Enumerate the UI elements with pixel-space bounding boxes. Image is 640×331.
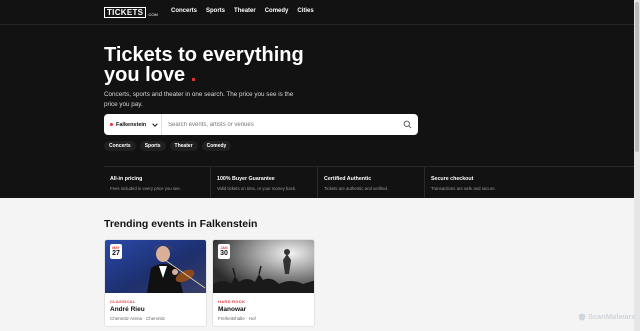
feature-desc: Transactions are safe and secure. (431, 186, 496, 191)
nav-link-comedy[interactable]: Comedy (265, 8, 289, 14)
feature-secure-checkout: Secure checkout Transactions are safe an… (425, 167, 532, 198)
event-category: CLASSICAL (110, 299, 136, 304)
chip-sports[interactable]: Sports (139, 141, 166, 151)
hero-subtitle: Concerts, sports and theater in one sear… (104, 91, 294, 108)
features-bar: All-in pricing Fees included in every pr… (104, 166, 634, 198)
feature-desc: Tickets are authentic and verified. (324, 186, 389, 191)
watermark-text: ScanMalware (588, 312, 636, 321)
event-date-badge: MAY 27 (110, 244, 122, 259)
feature-title: Secure checkout (431, 176, 474, 182)
event-venue: Freiheitshalle · Hof (218, 316, 256, 321)
event-day: 27 (112, 250, 120, 257)
chip-concerts[interactable]: Concerts (104, 141, 136, 151)
trending-title: Trending events in Falkenstein (104, 218, 258, 230)
hero-title-line1: Tickets to everything (104, 44, 304, 66)
search-input[interactable] (168, 121, 388, 128)
nav-link-cities[interactable]: Cities (297, 8, 313, 14)
feature-desc: Fees included in every price you see. (110, 186, 181, 191)
event-card-manowar[interactable]: JAN 30 HARD ROCK Manowar Freiheitshalle … (212, 239, 315, 327)
feature-buyer-guarantee: 100% Buyer Guarantee Valid tickets on ti… (211, 167, 318, 198)
location-name: Falkenstein (116, 121, 147, 128)
feature-title: 100% Buyer Guarantee (217, 176, 275, 182)
event-card-andre-rieu[interactable]: MAY 27 CLASSICAL André Rieu Chemnitz Are… (104, 239, 207, 327)
event-name: André Rieu (110, 306, 145, 313)
location-selector[interactable]: Falkenstein (104, 114, 162, 135)
top-nav: TICKETS .COM Concerts Sports Theater Com… (0, 0, 634, 25)
logo-suffix: .COM (147, 11, 158, 17)
search-icon[interactable] (403, 120, 412, 129)
hero-title-dot: . (190, 64, 197, 86)
location-dot-icon (110, 123, 113, 126)
nav-link-theater[interactable]: Theater (234, 8, 256, 14)
event-name: Manowar (218, 306, 247, 313)
scrollbar-thumb[interactable] (635, 2, 639, 152)
hero-title: Tickets to everything you love . (104, 45, 404, 85)
nav-links: Concerts Sports Theater Comedy Cities (171, 8, 314, 14)
scrollbar[interactable] (634, 0, 640, 331)
event-category: HARD ROCK (218, 299, 246, 304)
hero-title-line2: you love . (104, 64, 197, 86)
category-chips: Concerts Sports Theater Comedy (104, 141, 232, 151)
feature-desc: Valid tickets on time, or your money bac… (217, 186, 297, 191)
shield-icon (578, 312, 586, 321)
logo[interactable]: TICKETS .COM (104, 7, 158, 18)
feature-certified-authentic: Certified Authentic Tickets are authenti… (318, 167, 425, 198)
chip-comedy[interactable]: Comedy (201, 141, 232, 151)
event-day: 30 (220, 250, 228, 257)
feature-title: Certified Authentic (324, 176, 372, 182)
nav-link-concerts[interactable]: Concerts (171, 8, 197, 14)
event-date-badge: JAN 30 (218, 244, 230, 259)
feature-all-in-pricing: All-in pricing Fees included in every pr… (104, 167, 211, 198)
nav-link-sports[interactable]: Sports (206, 8, 225, 14)
chevron-down-icon (152, 122, 159, 127)
chip-theater[interactable]: Theater (169, 141, 198, 151)
feature-title: All-in pricing (110, 176, 143, 182)
watermark: ScanMalware (578, 312, 636, 321)
event-venue: Chemnitz Arena · Chemnitz (110, 316, 166, 321)
logo-main: TICKETS (104, 7, 147, 18)
search-bar: Falkenstein (104, 114, 418, 135)
